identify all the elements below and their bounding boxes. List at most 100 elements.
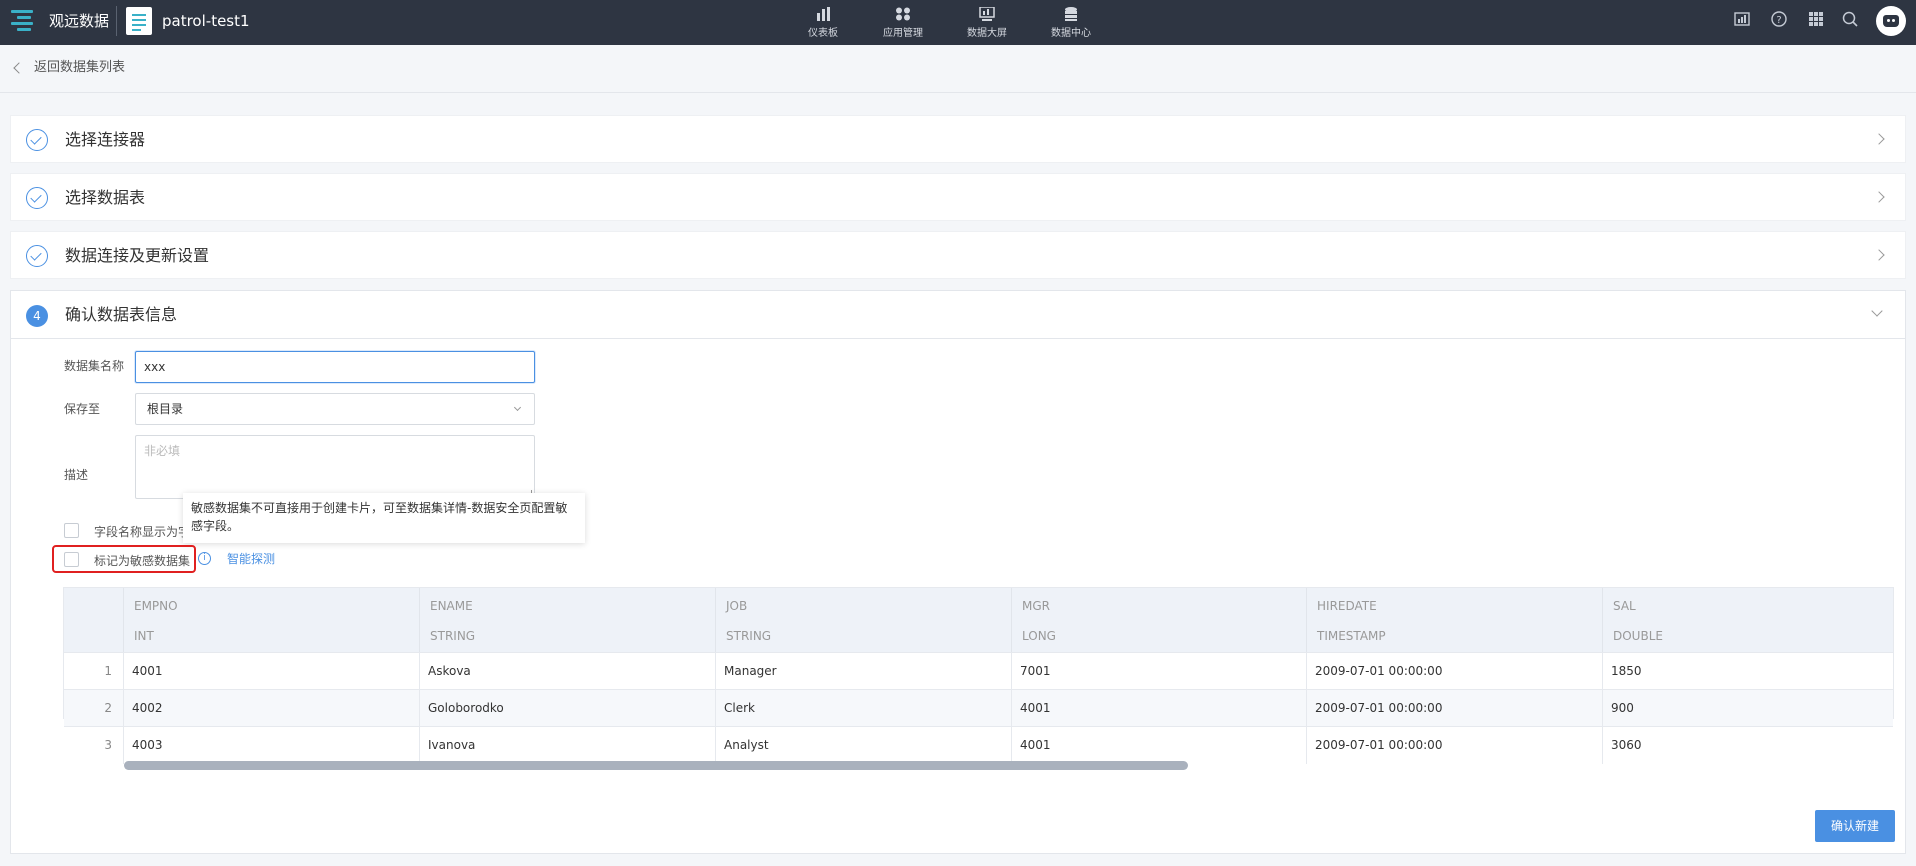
bar-chart-icon [815,6,831,21]
brand[interactable]: 观远数据 [11,8,109,34]
back-to-dataset-list-link[interactable]: 返回数据集列表 [34,59,125,77]
column-type: STRING [430,629,476,643]
guanyuan-logo-icon [11,8,37,34]
table-cell: Manager [715,653,1011,690]
table-row: 2 4002 Goloborodko Clerk 4001 2009-07-01… [64,689,1893,727]
table-cell: 2009-07-01 00:00:00 [1306,727,1602,764]
back-row: 返回数据集列表 [0,45,1916,93]
nav-label: 仪表板 [808,27,838,39]
step4-header[interactable]: 4 确认数据表信息 [11,291,1905,339]
table-cell: 1850 [1602,653,1894,690]
database-icon [1063,6,1079,21]
table-cell: 3060 [1602,727,1894,764]
project-switcher[interactable]: patrol-test1 [126,7,250,35]
step-connection-settings[interactable]: 数据连接及更新设置 [10,231,1906,279]
save-to-label: 保存至 [64,402,101,416]
save-to-select[interactable]: 根目录 [135,393,535,425]
column-header[interactable]: JOB STRING [715,588,1011,652]
step-label: 选择连接器 [65,130,146,149]
column-name: EMPNO [134,599,178,613]
table-cell: 7001 [1011,653,1306,690]
screen-icon [979,5,995,21]
row-number: 2 [104,701,112,715]
description-label: 描述 [64,468,89,482]
chevron-down-icon [1871,305,1883,317]
column-name: HIREDATE [1317,599,1377,613]
column-header[interactable]: HIREDATE TIMESTAMP [1306,588,1602,652]
table-row: 3 4003 Ivanova Analyst 4001 2009-07-01 0… [64,726,1894,764]
nav-data-screen[interactable]: 数据大屏 [962,0,1012,45]
column-header[interactable]: ENAME STRING [419,588,715,652]
table-cell: 4003 [123,727,419,764]
project-name: patrol-test1 [162,12,250,30]
save-to-value: 根目录 [147,402,184,416]
description-textarea[interactable]: 非必填 [135,435,535,499]
horizontal-scrollbar[interactable] [124,761,1188,770]
check-circle-icon [26,245,48,267]
nav-label: 数据大屏 [967,27,1007,39]
check-circle-icon [26,129,48,151]
help-icon[interactable]: ? [1770,10,1788,28]
chart-icon[interactable] [1733,10,1751,28]
table-cell: 2009-07-01 00:00:00 [1306,653,1602,690]
column-type: INT [134,629,154,643]
column-header[interactable]: SAL DOUBLE [1602,588,1894,652]
chevron-down-icon [513,403,522,412]
step-number: 4 [26,305,48,327]
column-header[interactable]: EMPNO INT [123,588,419,652]
chevron-right-icon [1873,133,1885,145]
divider [116,6,117,36]
step-confirm-table-info: 4 确认数据表信息 数据集名称 xxx 保存至 根目录 描述 非必填 字段名称显… [10,290,1906,854]
apps-icon [895,7,911,21]
column-header[interactable]: MGR LONG [1011,588,1306,652]
table-cell: 4001 [1011,690,1306,727]
avatar-eye [1887,19,1890,22]
step-label: 选择数据表 [65,188,146,207]
sensitive-dataset-label: 标记为敏感数据集 [94,554,191,568]
nav-app-management[interactable]: 应用管理 [878,0,928,45]
table-cell: Clerk [715,690,1011,727]
dataset-name-input[interactable]: xxx [135,351,535,383]
nav-data-center[interactable]: 数据中心 [1046,0,1096,45]
chevron-right-icon [1873,191,1885,203]
search-icon[interactable] [1841,10,1859,28]
table-cell: 4002 [123,690,419,727]
table-cell: 2009-07-01 00:00:00 [1306,690,1602,727]
column-name: SAL [1613,599,1636,613]
field-display-checkbox[interactable] [64,523,79,538]
table-cell: Analyst [715,727,1011,764]
column-type: STRING [726,629,772,643]
user-avatar[interactable] [1876,6,1906,36]
table-header: EMPNO INT ENAME STRING JOB STRING MGR LO… [64,588,1893,652]
grid-icon[interactable] [1807,10,1825,28]
description-placeholder: 非必填 [144,444,181,458]
avatar-eye [1892,19,1895,22]
check-circle-icon [26,187,48,209]
table-row: 1 4001 Askova Manager 7001 2009-07-01 00… [64,652,1894,690]
nav-label: 应用管理 [883,27,923,39]
step-select-table[interactable]: 选择数据表 [10,173,1906,221]
nav-dashboard[interactable]: 仪表板 [800,0,846,45]
column-name: MGR [1022,599,1050,613]
step-label: 确认数据表信息 [65,305,178,324]
row-number: 3 [104,738,112,752]
field-display-label: 字段名称显示为字 [94,525,191,539]
robot-avatar-icon [1883,15,1899,27]
column-name: ENAME [430,599,473,613]
smart-detect-link[interactable]: 智能探测 [227,551,275,567]
dataset-name-label: 数据集名称 [64,359,125,373]
table-cell: 4001 [123,653,419,690]
step-select-connector[interactable]: 选择连接器 [10,115,1906,163]
sensitive-tooltip: 敏感数据集不可直接用于创建卡片，可至数据集详情-数据安全页配置敏感字段。 [183,493,585,543]
data-preview-table: EMPNO INT ENAME STRING JOB STRING MGR LO… [63,587,1894,764]
column-type: LONG [1022,629,1056,643]
table-cell: Goloborodko [419,690,715,727]
sensitive-dataset-checkbox[interactable] [64,552,79,567]
step-label: 数据连接及更新设置 [65,246,210,265]
app-name: 观远数据 [49,12,110,30]
top-bar: 观远数据 patrol-test1 仪表板 应用管理 数据大屏 数据中心 ? [0,0,1916,45]
chevron-left-icon[interactable] [13,62,25,74]
info-icon[interactable]: i [198,552,211,565]
confirm-create-button[interactable]: 确认新建 [1815,810,1895,842]
table-cell: Askova [419,653,715,690]
